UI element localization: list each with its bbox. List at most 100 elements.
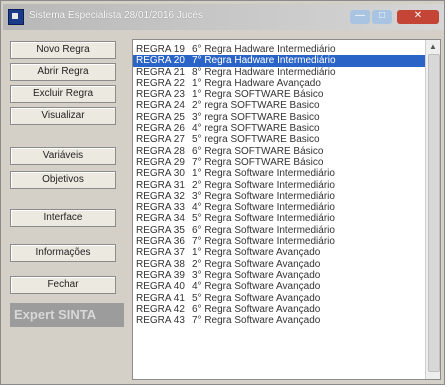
scroll-up-icon[interactable]: ▲ (426, 40, 440, 54)
app-icon (8, 9, 24, 25)
rule-description: 8° Regra Hadware Intermediário (192, 66, 336, 78)
rule-id: REGRA 29 (136, 156, 185, 168)
list-item[interactable]: REGRA 26 4° regra SOFTWARE Basico (133, 123, 425, 134)
rule-id: REGRA 37 (136, 247, 185, 259)
window-title: Sistema Especialista 28/01/2016 Jucés (29, 10, 203, 21)
delete-rule-button[interactable]: Excluir Regra (10, 85, 116, 103)
list-item[interactable]: REGRA 42 6° Regra Software Avançado (133, 304, 425, 315)
rule-id: REGRA 23 (136, 89, 185, 101)
rule-description: 5° Regra Software Avançado (192, 292, 321, 304)
view-button[interactable]: Visualizar (10, 107, 116, 125)
rule-description: 2° Regra Software Intermediário (192, 179, 335, 191)
close-app-button[interactable]: Fechar (10, 276, 116, 294)
list-item[interactable]: REGRA 34 5° Regra Software Intermediário (133, 213, 425, 224)
rule-description: 3° Regra Software Avançado (192, 269, 321, 281)
rule-id: REGRA 30 (136, 168, 185, 180)
rule-description: 6° Regra Software Intermediário (192, 224, 335, 236)
rule-id: REGRA 35 (136, 224, 185, 236)
list-item[interactable]: REGRA 32 3° Regra Software Intermediário (133, 191, 425, 202)
title-bar[interactable]: Sistema Especialista 28/01/2016 Jucés — … (3, 4, 444, 30)
list-item[interactable]: REGRA 25 3° regra SOFTWARE Basico (133, 112, 425, 123)
close-button[interactable]: ✕ (397, 10, 439, 24)
list-item[interactable]: REGRA 41 5° Regra Software Avançado (133, 293, 425, 304)
list-item[interactable]: REGRA 37 1° Regra Software Avançado (133, 247, 425, 258)
rule-id: REGRA 33 (136, 202, 185, 214)
rule-id: REGRA 20 (136, 55, 185, 67)
variables-button[interactable]: Variáveis (10, 147, 116, 165)
objectives-button[interactable]: Objetivos (10, 171, 116, 189)
rule-description: 4° Regra Software Avançado (192, 281, 321, 293)
rule-id: REGRA 31 (136, 179, 185, 191)
rule-id: REGRA 22 (136, 77, 185, 89)
rules-list[interactable]: REGRA 19 6° Regra Hadware Intermediário RE… (132, 39, 441, 380)
list-item[interactable]: REGRA 19 6° Regra Hadware Intermediário (133, 44, 425, 55)
rule-description: 2° regra SOFTWARE Basico (192, 100, 320, 112)
minimize-button[interactable]: — (350, 10, 370, 24)
rule-description: 5° regra SOFTWARE Basico (192, 134, 320, 146)
list-item[interactable]: REGRA 27 5° regra SOFTWARE Basico (133, 134, 425, 145)
vertical-scrollbar[interactable]: ▲ (425, 40, 440, 379)
rule-description: 5° Regra Software Intermediário (192, 213, 335, 225)
minimize-icon: — (355, 10, 365, 21)
list-item[interactable]: REGRA 21 8° Regra Hadware Intermediário (133, 67, 425, 78)
list-item[interactable]: REGRA 40 4° Regra Software Avançado (133, 281, 425, 292)
information-button[interactable]: Informações (10, 244, 116, 262)
rule-description: 6° Regra SOFTWARE Básico (192, 145, 324, 157)
list-item[interactable]: REGRA 30 1° Regra Software Intermediário (133, 168, 425, 179)
rule-id: REGRA 21 (136, 66, 185, 78)
rule-id: REGRA 27 (136, 134, 185, 146)
rule-description: 3° Regra Software Intermediário (192, 190, 335, 202)
rule-description: 7° Regra Software Avançado (192, 315, 321, 327)
rules-list-rows: REGRA 19 6° Regra Hadware Intermediário RE… (133, 44, 425, 326)
list-item[interactable]: REGRA 20 7° Regra Hadware Intermediário (133, 55, 425, 67)
list-item[interactable]: REGRA 31 2° Regra Software Intermediário (133, 180, 425, 191)
list-item[interactable]: REGRA 29 7° Regra SOFTWARE Básico (133, 157, 425, 168)
rule-id: REGRA 40 (136, 281, 185, 293)
open-rule-button[interactable]: Abrir Regra (10, 63, 116, 81)
close-icon: ✕ (413, 10, 423, 21)
rule-id: REGRA 28 (136, 145, 185, 157)
rule-description: 1° Regra Software Avançado (192, 247, 321, 259)
list-item[interactable]: REGRA 23 1° Regra SOFTWARE Básico (133, 89, 425, 100)
rule-description: 7° Regra Hadware Intermediário (192, 55, 336, 67)
rule-id: REGRA 36 (136, 236, 185, 248)
rule-description: 6° Regra Hadware Intermediário (192, 44, 336, 55)
rule-id: REGRA 34 (136, 213, 185, 225)
rule-description: 1° Regra Hadware Avançado (192, 77, 321, 89)
list-item[interactable]: REGRA 39 3° Regra Software Avançado (133, 270, 425, 281)
rule-description: 3° regra SOFTWARE Basico (192, 111, 320, 123)
list-item[interactable]: REGRA 35 6° Regra Software Intermediário (133, 225, 425, 236)
list-item[interactable]: REGRA 38 2° Regra Software Avançado (133, 259, 425, 270)
list-item[interactable]: REGRA 36 7° Regra Software Intermediário (133, 236, 425, 247)
rule-id: REGRA 43 (136, 315, 185, 327)
list-item[interactable]: REGRA 33 4° Regra Software Intermediário (133, 202, 425, 213)
list-item[interactable]: REGRA 24 2° regra SOFTWARE Basico (133, 100, 425, 111)
list-item[interactable]: REGRA 43 7° Regra Software Avançado (133, 315, 425, 326)
rule-id: REGRA 41 (136, 292, 185, 304)
rule-id: REGRA 26 (136, 123, 185, 135)
rule-id: REGRA 42 (136, 303, 185, 315)
list-item[interactable]: REGRA 28 6° Regra SOFTWARE Básico (133, 146, 425, 157)
rule-description: 7° Regra SOFTWARE Básico (192, 156, 324, 168)
rule-id: REGRA 38 (136, 258, 185, 270)
interface-button[interactable]: Interface (10, 209, 116, 227)
maximize-button[interactable]: □ (372, 10, 392, 24)
rule-description: 4° regra SOFTWARE Basico (192, 123, 320, 135)
rule-description: 1° Regra Software Intermediário (192, 168, 335, 180)
main-window: Sistema Especialista 28/01/2016 Jucés — … (0, 0, 445, 385)
rule-id: REGRA 32 (136, 190, 185, 202)
new-rule-button[interactable]: Novo Regra (10, 41, 116, 59)
rule-description: 4° Regra Software Intermediário (192, 202, 335, 214)
rule-description: 1° Regra SOFTWARE Básico (192, 89, 324, 101)
list-item[interactable]: REGRA 22 1° Regra Hadware Avançado (133, 78, 425, 89)
rule-description: 6° Regra Software Avançado (192, 303, 321, 315)
rule-id: REGRA 19 (136, 44, 185, 55)
brand-banner: Expert SINTA (10, 303, 124, 327)
rule-description: 2° Regra Software Avançado (192, 258, 321, 270)
rule-description: 7° Regra Software Intermediário (192, 236, 335, 248)
rule-id: REGRA 25 (136, 111, 185, 123)
maximize-icon: □ (378, 10, 386, 21)
rule-id: REGRA 39 (136, 269, 185, 281)
scroll-thumb[interactable] (428, 54, 440, 372)
rule-id: REGRA 24 (136, 100, 185, 112)
